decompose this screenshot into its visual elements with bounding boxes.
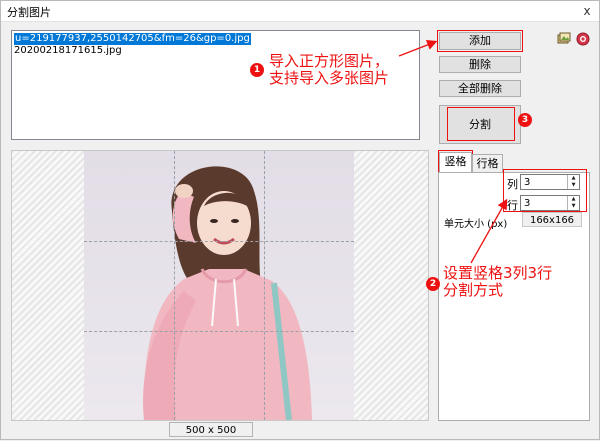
help-icon[interactable]: [576, 32, 590, 46]
title-bar: 分割图片 x: [1, 1, 599, 22]
file-list-item[interactable]: 20200218171615.jpg: [14, 45, 122, 57]
delete-button[interactable]: 删除: [439, 56, 521, 73]
grid-line-horizontal-1: [84, 241, 354, 242]
rows-stepper[interactable]: 3 ▲ ▼: [520, 195, 580, 211]
up-arrow-icon[interactable]: ▲: [568, 175, 579, 182]
columns-stepper[interactable]: 3 ▲ ▼: [520, 174, 580, 190]
file-list-item-selected[interactable]: u=219177937,2550142705&fm=26&gp=0.jpg: [14, 33, 251, 45]
grid-line-vertical-1: [174, 151, 175, 420]
preview-padding-right: [354, 151, 428, 420]
annotation-2-line-2: 分割方式: [443, 281, 504, 299]
annotation-badge-1: 1: [250, 63, 264, 77]
rows-stepper-buttons[interactable]: ▲ ▼: [567, 196, 579, 210]
unit-size-label: 单元大小 (px): [444, 219, 508, 230]
annotation-text-2: 设置竖格3列3行 分割方式: [443, 265, 552, 299]
window-title: 分割图片: [7, 6, 51, 19]
preview-photo: [84, 151, 354, 420]
columns-label: 列: [507, 178, 518, 191]
annotation-1-line-2: 支持导入多张图片: [269, 69, 390, 87]
preview-padding-left: [12, 151, 84, 420]
grid-line-vertical-2: [264, 151, 265, 420]
tab-vertical-grid[interactable]: 竖格: [439, 152, 472, 173]
up-arrow-icon[interactable]: ▲: [568, 196, 579, 203]
close-button[interactable]: x: [579, 3, 595, 19]
unit-size-value: 166x166: [522, 212, 582, 227]
down-arrow-icon[interactable]: ▼: [568, 203, 579, 210]
add-button[interactable]: 添加: [439, 32, 521, 50]
rows-label: 行: [507, 199, 518, 212]
down-arrow-icon[interactable]: ▼: [568, 182, 579, 189]
columns-stepper-buttons[interactable]: ▲ ▼: [567, 175, 579, 189]
rows-value: 3: [524, 198, 531, 209]
annotation-badge-2: 2: [426, 277, 440, 291]
annotation-text-1: 导入正方形图片， 支持导入多张图片: [269, 53, 389, 87]
image-size-label: 500 x 500: [169, 422, 253, 437]
delete-all-button[interactable]: 全部删除: [439, 80, 521, 97]
split-image-window: 分割图片 x u=219177937,2550142705&fm=26&gp=0…: [0, 0, 600, 440]
annotation-badge-3: 3: [518, 113, 532, 127]
columns-value: 3: [524, 177, 531, 188]
grid-line-horizontal-2: [84, 331, 354, 332]
split-button[interactable]: 分割: [439, 105, 521, 144]
annotation-2-line-1: 设置竖格3列3行: [443, 264, 553, 282]
annotation-1-line-1: 导入正方形图片，: [269, 52, 390, 70]
tab-horizontal-grid[interactable]: 行格: [472, 154, 503, 173]
picture-icon[interactable]: [557, 32, 571, 46]
